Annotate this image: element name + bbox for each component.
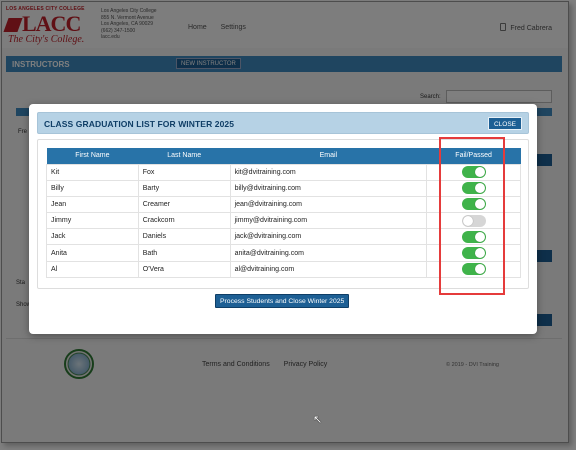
email-cell: jean@dvitraining.com: [229, 195, 428, 214]
email-cell: billy@dvitraining.com: [229, 179, 428, 197]
first-name-cell: Jack: [46, 228, 139, 246]
mouse-cursor-icon: ↖: [313, 414, 323, 426]
last-name-cell: Daniels: [137, 228, 231, 246]
annotation-highlight-box: [439, 137, 505, 295]
last-name-cell: Creamer: [137, 195, 231, 214]
email-cell: kit@dvitraining.com: [229, 163, 428, 181]
first-name-cell: Jean: [46, 195, 139, 214]
last-name-cell: Barty: [137, 179, 231, 197]
last-name-cell: Crackcorn: [137, 212, 231, 230]
last-name-cell: O'Vera: [137, 260, 231, 278]
email-cell: al@dvitraining.com: [229, 260, 428, 278]
first-name-cell: Billy: [46, 179, 139, 197]
email-cell: anita@dvitraining.com: [229, 244, 428, 262]
last-name-cell: Fox: [137, 163, 231, 181]
email-cell: jimmy@dvitraining.com: [229, 212, 428, 230]
column-first-name[interactable]: First Name: [46, 148, 139, 164]
first-name-cell: Kit: [46, 163, 139, 181]
email-cell: jack@dvitraining.com: [229, 228, 428, 246]
first-name-cell: Jimmy: [46, 212, 139, 230]
modal-header: CLASS GRADUATION LIST FOR WINTER 2025 CL…: [37, 112, 529, 134]
first-name-cell: Al: [46, 260, 139, 278]
first-name-cell: Anita: [46, 244, 139, 262]
column-last-name[interactable]: Last Name: [138, 148, 231, 164]
modal-title: CLASS GRADUATION LIST FOR WINTER 2025: [44, 119, 235, 129]
column-email[interactable]: Email: [230, 148, 427, 164]
close-button[interactable]: CLOSE: [487, 117, 522, 130]
last-name-cell: Bath: [137, 244, 231, 262]
process-students-button[interactable]: Process Students and Close Winter 2025: [215, 294, 350, 308]
